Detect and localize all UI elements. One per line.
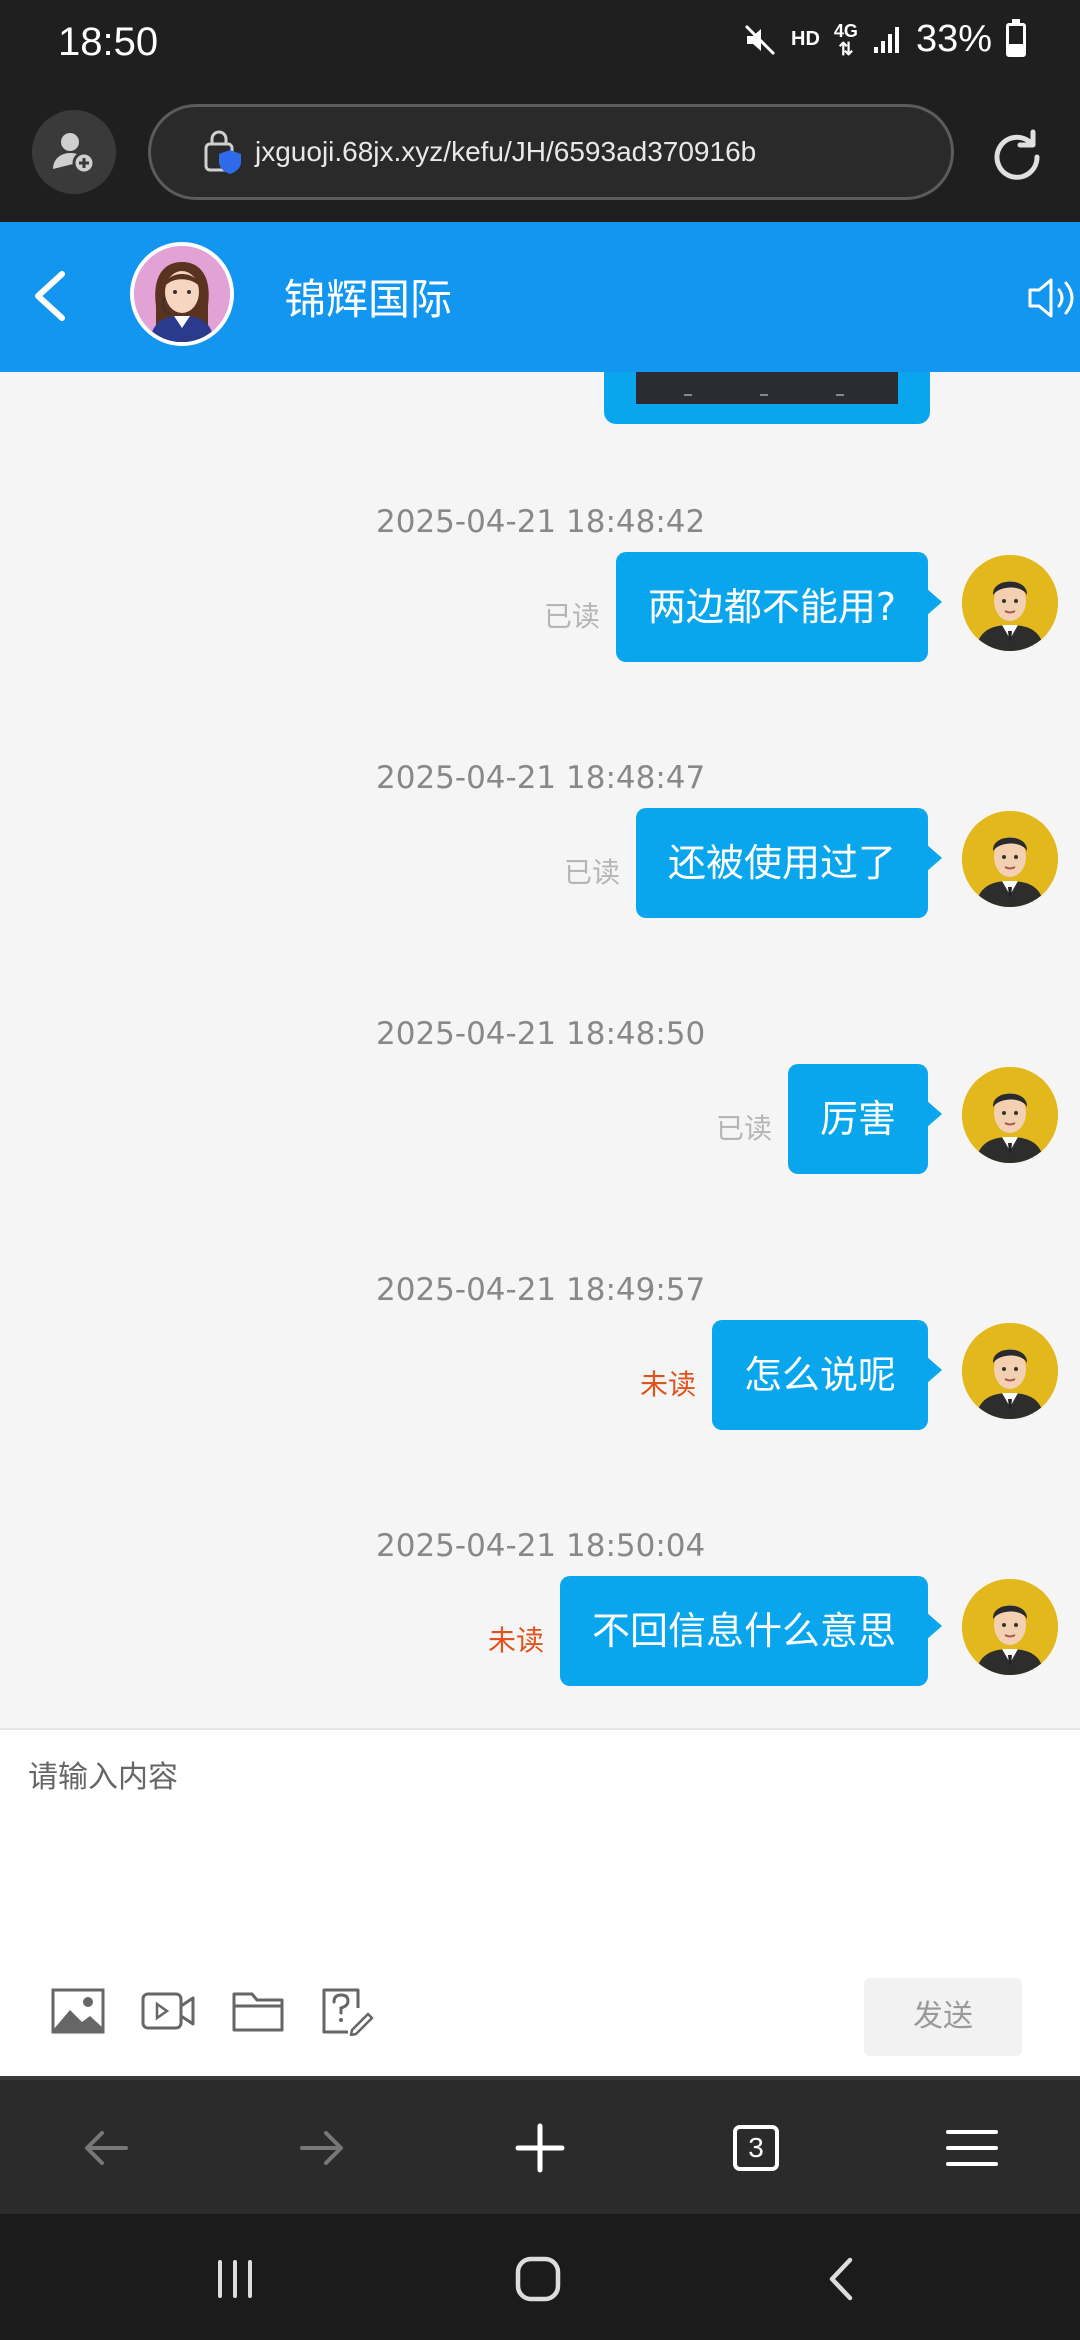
status-icons: HD 4G ⇅ 33% — [743, 18, 1026, 61]
url-text: jxguoji.68jx.xyz/kefu/JH/6593ad370916b — [255, 136, 757, 167]
image-message-partial[interactable] — [604, 372, 930, 424]
message-bubble[interactable]: 不回信息什么意思 — [559, 1576, 943, 1686]
mute-icon — [744, 24, 776, 55]
secure-lock-icon — [204, 130, 241, 174]
browser-bottom-bar: 3 — [0, 2076, 1080, 2214]
user-avatar — [962, 1067, 1058, 1163]
browser-forward-button[interactable] — [282, 2108, 362, 2188]
user-avatar — [962, 1323, 1058, 1419]
browser-toolbar: jxguoji.68jx.xyz/kefu/JH/6593ad370916b — [0, 88, 1080, 222]
signal-icon — [873, 26, 899, 53]
message-row: 已读 两边都不能用? — [544, 552, 1058, 662]
chevron-left-icon[interactable] — [22, 266, 82, 326]
image-thumbnail — [636, 372, 898, 404]
message-timestamp: 2025-04-21 18:48:50 — [376, 1016, 706, 1052]
battery-icon — [1006, 18, 1026, 57]
message-item: 2025-04-21 18:49:57 未读 怎么说呢 — [0, 1272, 1080, 1522]
agent-avatar — [130, 242, 234, 346]
unread-status: 未读 — [639, 1368, 696, 1401]
menu-icon — [946, 2130, 998, 2166]
message-timestamp: 2025-04-21 18:49:57 — [376, 1272, 706, 1308]
message-row: 未读 不回信息什么意思 — [488, 1576, 1058, 1686]
new-tab-icon — [515, 2123, 565, 2173]
read-status: 已读 — [543, 600, 600, 633]
message-timestamp: 2025-04-21 18:48:47 — [376, 760, 706, 796]
user-avatar — [962, 1579, 1058, 1675]
tabs-button[interactable]: 3 — [716, 2108, 796, 2188]
battery-percent: 33% — [915, 18, 992, 60]
system-navigation-bar — [0, 2214, 1080, 2340]
message-timestamp: 2025-04-21 18:48:42 — [376, 504, 706, 540]
browser-back-button[interactable] — [66, 2108, 146, 2188]
message-item: 2025-04-21 18:50:04 未读 不回信息什么意思 — [0, 1528, 1080, 1728]
image-icon[interactable] — [50, 1986, 106, 2036]
profile-add-icon — [53, 133, 96, 175]
back-arrow-icon — [85, 2131, 128, 2165]
unread-status: 未读 — [487, 1624, 544, 1657]
question-edit-icon[interactable] — [318, 1986, 374, 2036]
folder-icon[interactable] — [230, 1986, 286, 2036]
read-status: 已读 — [563, 856, 620, 889]
user-avatar — [962, 555, 1058, 651]
hd-indicator: HD — [791, 28, 820, 50]
home-icon[interactable] — [503, 2244, 573, 2314]
message-row: 未读 怎么说呢 — [640, 1320, 1058, 1430]
address-bar[interactable]: jxguoji.68jx.xyz/kefu/JH/6593ad370916b — [148, 104, 954, 200]
network-indicator: 4G ⇅ — [833, 20, 858, 59]
message-list[interactable]: 2025-04-21 18:48:42 已读 两边都不能用? 2025-04-2… — [0, 372, 1080, 1728]
system-back-icon[interactable] — [806, 2244, 876, 2314]
video-icon[interactable] — [140, 1986, 196, 2036]
status-bar: 18:50 HD 4G ⇅ 33% — [0, 0, 1080, 88]
message-bubble[interactable]: 两边都不能用? — [615, 552, 943, 662]
profile-add-button[interactable] — [32, 110, 116, 194]
speaker-icon[interactable] — [1024, 270, 1080, 326]
message-bubble[interactable]: 厉害 — [787, 1064, 943, 1174]
menu-button[interactable] — [932, 2108, 1012, 2188]
message-item: 2025-04-21 18:48:47 已读 还被使用过了 — [0, 760, 1080, 1010]
user-avatar — [962, 811, 1058, 907]
reload-icon[interactable] — [982, 122, 1052, 192]
message-item: 2025-04-21 18:48:42 已读 两边都不能用? — [0, 504, 1080, 754]
message-input[interactable]: 请输入内容 — [28, 1752, 178, 1796]
new-tab-button[interactable] — [500, 2108, 580, 2188]
message-bubble[interactable]: 怎么说呢 — [711, 1320, 943, 1430]
message-bubble[interactable]: 还被使用过了 — [635, 808, 943, 918]
message-timestamp: 2025-04-21 18:50:04 — [376, 1528, 706, 1564]
send-button[interactable]: 发送 — [864, 1978, 1022, 2056]
status-time: 18:50 — [58, 20, 159, 64]
message-composer: 请输入内容 发送 — [0, 1728, 1080, 2076]
forward-arrow-icon — [300, 2131, 343, 2165]
tabs-icon: 3 — [733, 2125, 779, 2171]
message-item: 2025-04-21 18:48:50 已读 厉害 — [0, 1016, 1080, 1266]
recent-apps-icon[interactable] — [200, 2244, 270, 2314]
message-row: 已读 厉害 — [716, 1064, 1058, 1174]
message-row: 已读 还被使用过了 — [564, 808, 1058, 918]
chat-title: 锦辉国际 — [284, 275, 453, 324]
read-status: 已读 — [715, 1112, 772, 1145]
chat-header: 锦辉国际 — [0, 222, 1080, 372]
